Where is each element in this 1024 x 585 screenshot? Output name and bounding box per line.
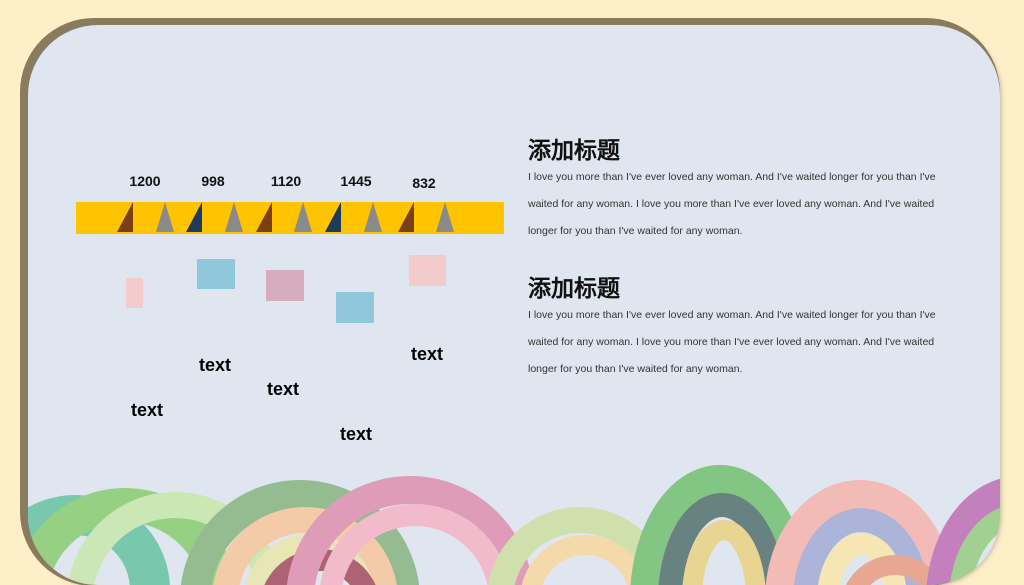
timeline-box-pink (126, 278, 143, 308)
timeline-label: text (130, 400, 163, 420)
timeline-marker-gray (364, 202, 382, 232)
timeline-value: 1445 (340, 173, 372, 189)
timeline-label: text (266, 379, 299, 399)
section-body: I love you more than I've ever loved any… (528, 309, 936, 375)
timeline-value: 1120 (270, 173, 302, 189)
timeline-label: text (198, 355, 231, 375)
timeline-box-blue (336, 292, 374, 323)
timeline-box-mauve (266, 270, 304, 301)
section-title: 添加标题 (528, 138, 620, 164)
timeline-marker-navy (186, 202, 202, 232)
timeline-value: 998 (201, 173, 225, 189)
timeline-box-pink (409, 255, 446, 286)
timeline-box-blue (197, 259, 235, 289)
timeline-value: 1200 (129, 173, 161, 189)
timeline-marker-brown (117, 202, 133, 232)
timeline-marker-navy (325, 202, 341, 232)
timeline-marker-brown (398, 202, 414, 232)
timeline-label: text (339, 424, 372, 444)
timeline-value: 832 (412, 175, 436, 191)
timeline-marker-gray (294, 202, 312, 232)
timeline-marker-brown (256, 202, 272, 232)
timeline-marker-gray (225, 202, 243, 232)
timeline-label: text (410, 344, 443, 364)
timeline-marker-gray (156, 202, 174, 232)
timeline-marker-gray (436, 202, 454, 232)
section-title: 添加标题 (528, 276, 620, 302)
section-body: I love you more than I've ever loved any… (528, 171, 936, 237)
